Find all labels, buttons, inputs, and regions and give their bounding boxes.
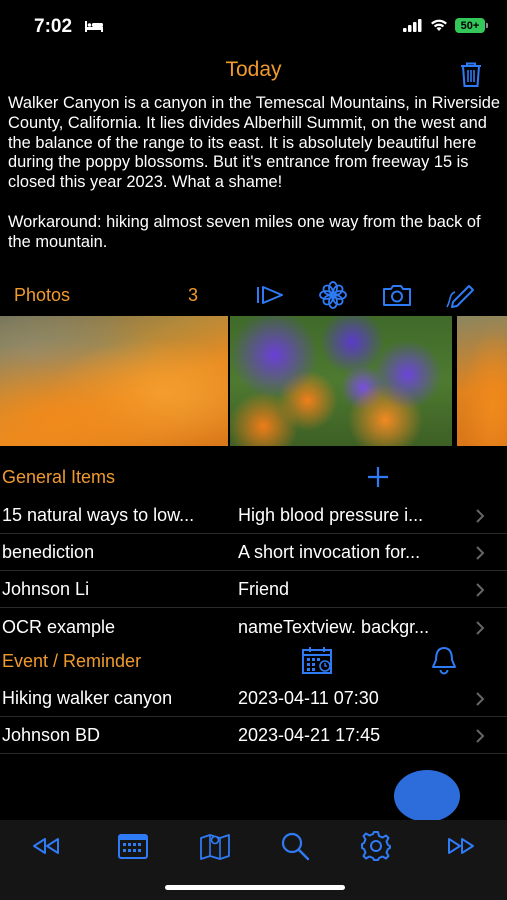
home-indicator[interactable] xyxy=(165,885,345,890)
chevron-right-icon xyxy=(476,583,485,597)
chevron-right-icon xyxy=(476,692,485,706)
event-title: Johnson BD xyxy=(2,725,101,745)
general-items-label: General Items xyxy=(2,467,116,487)
floating-action-button[interactable] xyxy=(394,770,460,822)
battery-indicator: 50+ xyxy=(455,18,488,33)
item-detail: A short invocation for... xyxy=(238,542,421,562)
list-item[interactable]: Hiking walker canyon 2023-04-11 07:30 xyxy=(0,680,507,717)
bed-icon xyxy=(85,21,103,32)
list-item[interactable]: Johnson BD 2023-04-21 17:45 xyxy=(0,717,507,754)
general-items-header: General Items xyxy=(0,460,507,494)
photo-thumbnail[interactable] xyxy=(230,316,452,446)
page-title: Today xyxy=(225,58,282,81)
photo-thumbnail[interactable] xyxy=(0,316,228,446)
plus-icon[interactable] xyxy=(363,462,393,492)
item-title: benediction xyxy=(2,542,95,562)
photos-label: Photos xyxy=(14,285,71,305)
camera-icon[interactable] xyxy=(381,280,413,310)
event-datetime: 2023-04-11 07:30 xyxy=(238,688,379,708)
status-time: 7:02 xyxy=(34,16,73,37)
book-map-icon[interactable] xyxy=(198,829,232,863)
signal-icon xyxy=(403,19,422,32)
bell-icon[interactable] xyxy=(427,644,461,676)
status-bar: 7:02 50+ xyxy=(0,0,507,52)
item-detail: Friend xyxy=(238,579,290,599)
pen-icon[interactable] xyxy=(445,280,477,310)
flower-icon[interactable] xyxy=(317,280,349,310)
chevron-right-icon xyxy=(476,729,485,743)
fast-forward-icon[interactable] xyxy=(444,829,478,863)
list-item[interactable]: 15 natural ways to low... High blood pre… xyxy=(0,497,507,534)
list-item[interactable]: Johnson Li Friend xyxy=(0,571,507,608)
photos-count: 3 xyxy=(188,285,199,305)
events-label: Event / Reminder xyxy=(2,651,142,671)
search-icon[interactable] xyxy=(278,829,312,863)
event-title: Hiking walker canyon xyxy=(2,688,173,708)
gear-icon[interactable] xyxy=(359,829,393,863)
slideshow-icon[interactable] xyxy=(254,280,286,310)
item-title: 15 natural ways to low... xyxy=(2,505,195,525)
list-item[interactable]: benediction A short invocation for... xyxy=(0,534,507,571)
chevron-right-icon xyxy=(476,509,485,523)
chevron-right-icon xyxy=(476,621,485,635)
calendar-icon[interactable] xyxy=(300,644,334,676)
photo-strip[interactable] xyxy=(0,316,507,446)
item-detail: nameTextview. backgr... xyxy=(238,617,430,637)
chevron-right-icon xyxy=(476,546,485,560)
events-header: Event / Reminder xyxy=(0,644,507,678)
list-item[interactable]: OCR example nameTextview. backgr... xyxy=(0,609,507,646)
item-title: OCR example xyxy=(2,617,116,637)
event-datetime: 2023-04-21 17:45 xyxy=(238,725,381,745)
calendar-grid-icon[interactable] xyxy=(116,829,150,863)
trash-icon[interactable] xyxy=(456,59,486,89)
photos-toolbar: Photos 3 xyxy=(0,278,507,312)
photo-thumbnail[interactable] xyxy=(457,316,507,446)
note-text[interactable]: Walker Canyon is a canyon in the Temesca… xyxy=(8,94,504,252)
rewind-icon[interactable] xyxy=(29,829,63,863)
item-title: Johnson Li xyxy=(2,579,90,599)
wifi-icon xyxy=(431,19,447,31)
item-detail: High blood pressure i... xyxy=(238,505,424,525)
